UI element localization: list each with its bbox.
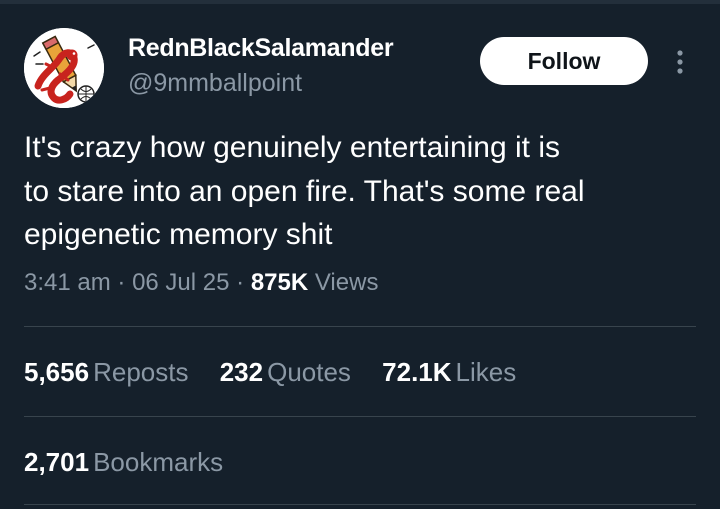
engagement-stats: 5,656 Reposts 232 Quotes 72.1K Likes bbox=[24, 357, 540, 388]
tweet-metadata: 3:41 am · 06 Jul 25 · 875K Views bbox=[24, 269, 378, 297]
likes-count: 72.1K bbox=[382, 357, 452, 387]
quotes-label: Quotes bbox=[267, 357, 351, 387]
reposts-count: 5,656 bbox=[24, 357, 90, 387]
quotes-count: 232 bbox=[219, 357, 264, 387]
bookmarks-stat-inner: 2,701 Bookmarks bbox=[24, 447, 223, 478]
follow-button[interactable]: Follow bbox=[480, 37, 648, 85]
tweet-date[interactable]: 06 Jul 25 bbox=[132, 269, 229, 296]
user-handle[interactable]: @9mmballpoint bbox=[128, 69, 302, 98]
bookmarks-stat[interactable]: 2,701 Bookmarks bbox=[24, 447, 223, 478]
views-label: Views bbox=[314, 269, 379, 296]
tweet-text: It's crazy how genuinely entertaining it… bbox=[24, 131, 585, 251]
divider bbox=[24, 416, 696, 417]
bookmarks-count: 2,701 bbox=[24, 447, 90, 477]
more-options-icon[interactable] bbox=[668, 44, 692, 80]
divider bbox=[24, 504, 696, 505]
tweet-time[interactable]: 3:41 am bbox=[24, 269, 111, 296]
reposts-label: Reposts bbox=[93, 357, 189, 387]
meta-separator: · bbox=[117, 269, 126, 296]
top-divider bbox=[0, 0, 720, 4]
avatar[interactable] bbox=[24, 28, 104, 108]
likes-label: Likes bbox=[455, 357, 517, 387]
display-name[interactable]: RednBlackSalamander bbox=[128, 34, 394, 63]
vertical-dots-icon bbox=[677, 50, 683, 74]
quotes-stat[interactable]: 232 Quotes bbox=[220, 357, 351, 388]
reposts-stat[interactable]: 5,656 Reposts bbox=[24, 357, 188, 388]
meta-separator: · bbox=[236, 269, 245, 296]
likes-stat[interactable]: 72.1K Likes bbox=[382, 357, 516, 388]
salamander-pencil-avatar-icon bbox=[24, 28, 104, 108]
views-count: 875K bbox=[250, 269, 309, 296]
bookmarks-label: Bookmarks bbox=[93, 447, 224, 477]
divider bbox=[24, 326, 696, 327]
